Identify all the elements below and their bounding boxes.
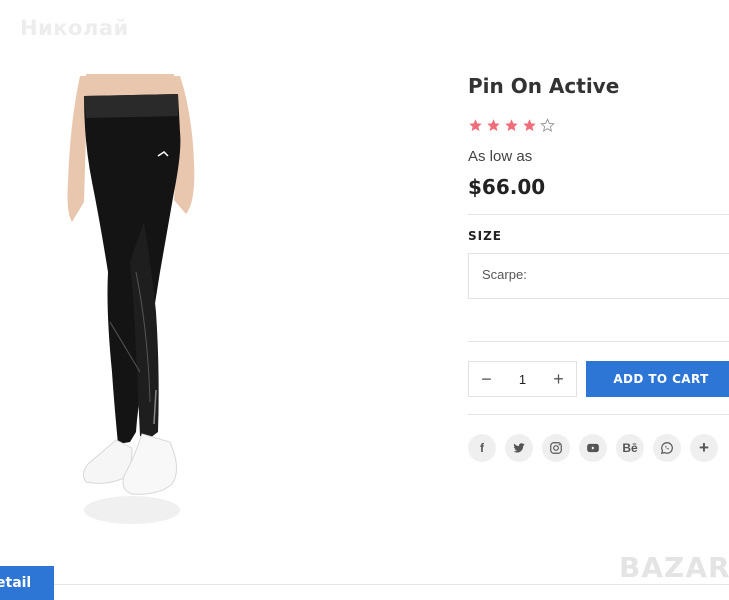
twitter-icon[interactable] [505,434,533,462]
price-label: As low as [468,148,533,165]
quantity-increase-button[interactable]: + [541,362,576,396]
product-title: Pin On Active [468,74,620,98]
twitter-glyph [513,443,525,453]
facebook-icon[interactable]: f [468,434,496,462]
instagram-glyph [550,442,562,454]
add-to-cart-button[interactable]: ADD TO CART [586,361,729,397]
star-empty-icon [540,118,555,133]
divider [468,214,729,215]
plus-glyph: + [699,438,709,457]
social-share: f Bē + [468,434,718,462]
rating-stars [468,118,555,133]
quantity-input[interactable]: 1 [504,372,541,387]
star-filled-icon [523,119,536,132]
size-label: SIZE [468,229,503,243]
divider [468,414,729,415]
youtube-glyph [587,443,599,453]
star-filled-icon [505,119,518,132]
size-select[interactable]: Scarpe: [468,253,729,299]
divider [468,341,729,342]
quantity-decrease-button[interactable]: − [469,362,504,396]
brand-logo: BAZAR [619,551,729,584]
plus-icon[interactable]: + [690,434,718,462]
watermark-text: Николай [20,16,129,40]
product-price: $66.00 [468,175,546,199]
tab-detail[interactable]: etail [0,566,54,600]
whatsapp-glyph [660,442,673,455]
star-filled-icon [487,119,500,132]
star-filled-icon [469,119,482,132]
behance-icon[interactable]: Bē [616,434,644,462]
product-image [67,74,195,524]
whatsapp-icon[interactable] [653,434,681,462]
facebook-glyph: f [480,441,484,455]
quantity-stepper: − 1 + [468,361,577,397]
behance-glyph: Bē [622,441,638,455]
youtube-icon[interactable] [579,434,607,462]
tab-divider [54,584,729,585]
instagram-icon[interactable] [542,434,570,462]
